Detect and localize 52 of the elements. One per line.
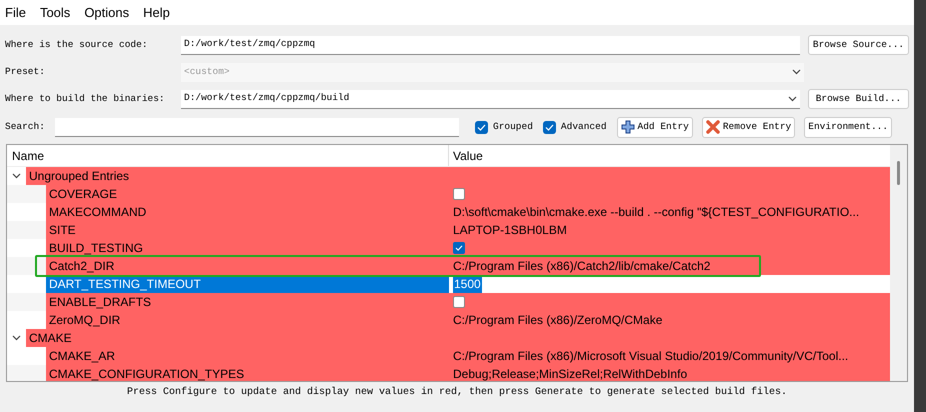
entry-name[interactable]: Catch2_DIR bbox=[46, 257, 449, 275]
entry-name[interactable]: ZeroMQ_DIR bbox=[46, 311, 449, 329]
plus-icon bbox=[620, 120, 635, 134]
column-header[interactable]: Value bbox=[449, 145, 890, 166]
chevron-down-icon[interactable] bbox=[12, 335, 21, 341]
menu-item[interactable]: File bbox=[5, 2, 26, 22]
entry-name[interactable]: ENABLE_DRAFTS bbox=[46, 293, 449, 311]
entry-value: LAPTOP-1SBH0LBM bbox=[453, 222, 567, 239]
entry-name[interactable]: SITE bbox=[46, 221, 449, 239]
chevron-down-icon[interactable] bbox=[12, 173, 21, 179]
close-icon bbox=[706, 120, 720, 134]
checkbox-label: Grouped bbox=[493, 120, 533, 134]
toolbar-button[interactable]: Remove Entry bbox=[702, 116, 796, 138]
menu-item[interactable]: Tools bbox=[40, 2, 70, 22]
browse-source-button[interactable]: Browse Source... bbox=[808, 35, 909, 55]
checkbox[interactable] bbox=[542, 120, 556, 134]
column-header[interactable]: Name bbox=[7, 145, 449, 166]
scrollbar-thumb[interactable] bbox=[897, 161, 900, 185]
chevron-down-icon[interactable] bbox=[788, 96, 797, 102]
checkmark-icon bbox=[477, 124, 486, 130]
entry-name[interactable]: COVERAGE bbox=[46, 185, 449, 203]
group-row[interactable]: CMAKE bbox=[26, 329, 890, 347]
group-row[interactable]: Ungrouped Entries bbox=[26, 167, 890, 185]
search-field[interactable] bbox=[55, 118, 459, 136]
field-label: Where to build the binaries: bbox=[5, 92, 166, 106]
entry-name[interactable]: MAKECOMMAND bbox=[46, 203, 449, 221]
browse-build-button[interactable]: Browse Build... bbox=[808, 89, 909, 109]
entry-value: C:/Program Files (x86)/Catch2/lib/cmake/Catch2 bbox=[453, 258, 710, 275]
checkbox[interactable] bbox=[475, 120, 488, 134]
entry-value: C:/Program Files (x86)/ZeroMQ/CMake bbox=[453, 312, 662, 329]
entry-name[interactable]: CMAKE_AR bbox=[46, 347, 449, 365]
field-label: Where is the source code: bbox=[5, 38, 149, 52]
menu-item[interactable]: Help bbox=[143, 2, 170, 22]
source-path-field[interactable]: D:/work/test/zmq/cppzmq bbox=[181, 36, 800, 54]
build-path-dropdown[interactable]: D:/work/test/zmq/cppzmq/build bbox=[181, 90, 800, 108]
field-label: Search: bbox=[5, 120, 46, 134]
checkbox[interactable] bbox=[453, 242, 465, 254]
menu-item[interactable]: Options bbox=[84, 2, 130, 22]
toolbar-button[interactable]: Add Entry bbox=[616, 116, 693, 138]
scrollbar[interactable] bbox=[890, 145, 907, 381]
entry-value: Debug;Release;MinSizeRel;RelWithDebInfo bbox=[453, 366, 688, 381]
entry-value: D:\soft\cmake\bin\cmake.exe --build . --config "${CTEST_CONFIGURATIO... bbox=[453, 204, 860, 221]
toolbar-button[interactable]: Environment... bbox=[804, 116, 892, 138]
entry-value: C:/Program Files (x86)/Microsoft Visual Studio/2019/Community/VC/Tool... bbox=[453, 348, 848, 365]
checkbox[interactable] bbox=[453, 188, 465, 200]
checkmark-icon bbox=[544, 124, 554, 130]
status-message: Press Configure to update and display new values in red, then press Generate to generate selected build files. bbox=[126, 386, 788, 400]
checkbox-label: Advanced bbox=[560, 120, 607, 134]
checkbox[interactable] bbox=[453, 296, 465, 308]
checkmark-icon bbox=[455, 245, 463, 251]
field-label: Preset: bbox=[5, 64, 46, 79]
entry-name[interactable]: CMAKE_CONFIGURATION_TYPES bbox=[46, 365, 449, 381]
